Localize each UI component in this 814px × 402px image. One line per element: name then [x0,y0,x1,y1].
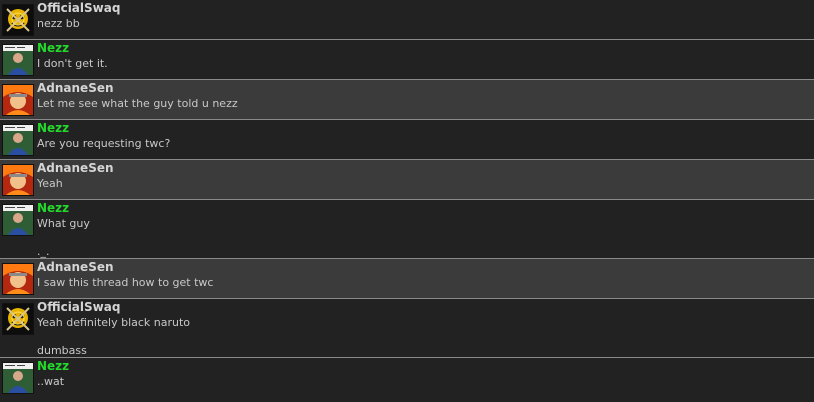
chat-message: OfficialSwaq Yeah definitely black narut… [0,299,814,358]
orange-anime-avatar[interactable] [2,263,34,295]
chat-message: AdnaneSen Let me see what the guy told u… [0,80,814,120]
chat-message: OfficialSwaq nezz bb [0,0,814,40]
man-photo-avatar[interactable] [2,124,34,156]
username[interactable]: Nezz [37,121,69,135]
message-text: I don't get it. [37,57,108,70]
orange-anime-avatar[interactable] [2,164,34,196]
message-text: Let me see what the guy told u nezz [37,97,238,110]
message-text: I saw this thread how to get twc [37,276,214,289]
username[interactable]: Nezz [37,201,69,215]
message-text: What guy [37,217,90,230]
gold-skull-avatar[interactable] [2,4,34,36]
chat-message: AdnaneSen Yeah [0,160,814,200]
orange-anime-avatar[interactable] [2,84,34,116]
message-text: Yeah [37,177,63,190]
message-followup-text: dumbass [37,344,87,357]
man-photo-avatar[interactable] [2,362,34,394]
message-text: nezz bb [37,17,80,30]
man-photo-avatar[interactable] [2,44,34,76]
chat-message: Nezz What guy ._. [0,200,814,259]
message-text: Yeah definitely black naruto [37,316,191,329]
man-photo-avatar[interactable] [2,204,34,236]
username[interactable]: AdnaneSen [37,260,114,274]
username[interactable]: OfficialSwaq [37,300,120,314]
chat-message: Nezz Are you requesting twc? [0,120,814,160]
message-text: Are you requesting twc? [37,137,171,150]
chat-message: AdnaneSen I saw this thread how to get t… [0,259,814,299]
gold-skull-avatar[interactable] [2,303,34,335]
username[interactable]: OfficialSwaq [37,1,120,15]
message-followup-text: ._. [37,245,50,258]
chat-message: Nezz ..wat [0,358,814,398]
chat-log: OfficialSwaq nezz bb Nezz I don't get it… [0,0,814,402]
message-text: ..wat [37,375,65,388]
username[interactable]: Nezz [37,359,69,373]
username[interactable]: AdnaneSen [37,161,114,175]
chat-message: Nezz I don't get it. [0,40,814,80]
username[interactable]: AdnaneSen [37,81,114,95]
username[interactable]: Nezz [37,41,69,55]
